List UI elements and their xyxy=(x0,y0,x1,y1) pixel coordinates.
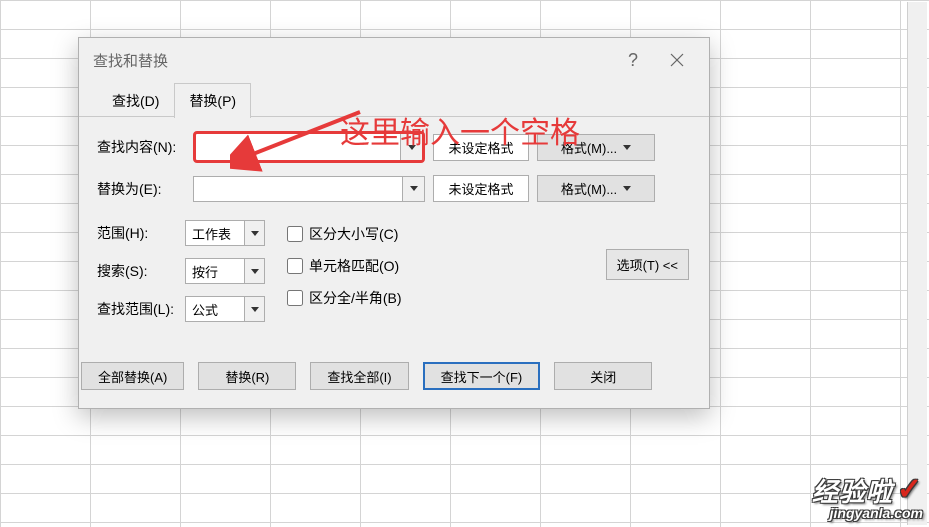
dialog-title: 查找和替换 xyxy=(93,50,168,71)
chevron-down-icon xyxy=(244,259,264,283)
close-button[interactable]: 关闭 xyxy=(554,362,652,390)
annotation-text: 这里输入一个空格 xyxy=(340,108,580,152)
tab-find[interactable]: 查找(D) xyxy=(97,83,174,118)
dialog-titlebar: 查找和替换 ? xyxy=(79,38,709,82)
matchcase-checkbox[interactable]: 区分大小写(C) xyxy=(287,218,402,250)
scope-select[interactable]: 工作表 xyxy=(185,220,265,246)
replace-button[interactable]: 替换(R) xyxy=(198,362,296,390)
watermark: 经验啦✓ jingyanla.com xyxy=(812,472,923,521)
find-all-button[interactable]: 查找全部(I) xyxy=(310,362,408,390)
replace-label: 替换为(E): xyxy=(97,179,185,199)
chevron-down-icon xyxy=(244,221,264,245)
options-left: 范围(H): 工作表 搜索(S): 按行 查找范围(L): xyxy=(97,214,265,328)
lookin-select[interactable]: 公式 xyxy=(185,296,265,322)
replace-row: 替换为(E): 未设定格式 格式(M)... xyxy=(97,175,691,202)
options-toggle-button[interactable]: 选项(T) << xyxy=(606,249,689,280)
checkmark-icon: ✓ xyxy=(893,473,923,506)
replace-input[interactable] xyxy=(194,177,402,201)
vertical-scrollbar[interactable] xyxy=(907,2,927,525)
close-icon[interactable] xyxy=(655,38,699,82)
find-next-button[interactable]: 查找下一个(F) xyxy=(423,362,541,390)
lookin-label: 查找范围(L): xyxy=(97,299,185,319)
replace-all-button[interactable]: 全部替换(A) xyxy=(81,362,184,390)
tab-replace[interactable]: 替换(P) xyxy=(174,83,251,118)
wholecell-checkbox[interactable]: 单元格匹配(O) xyxy=(287,250,402,282)
search-label: 搜索(S): xyxy=(97,261,185,281)
replace-format-button[interactable]: 格式(M)... xyxy=(537,175,655,202)
replace-format-label: 未设定格式 xyxy=(433,175,529,202)
width-checkbox[interactable]: 区分全/半角(B) xyxy=(287,282,402,314)
watermark-line1: 经验啦 xyxy=(812,477,893,507)
help-button[interactable]: ? xyxy=(611,38,655,82)
search-select[interactable]: 按行 xyxy=(185,258,265,284)
replace-dropdown-icon[interactable] xyxy=(402,177,424,201)
replace-input-wrap xyxy=(193,176,425,202)
find-label: 查找内容(N): xyxy=(97,137,185,157)
chevron-down-icon xyxy=(244,297,264,321)
find-replace-dialog: 查找和替换 ? 查找(D) 替换(P) 查找内容(N): 未设定格式 格式(M)… xyxy=(78,37,710,409)
options-right: 区分大小写(C) 单元格匹配(O) 区分全/半角(B) xyxy=(287,214,402,328)
dialog-buttons: 全部替换(A) 替换(R) 查找全部(I) 查找下一个(F) 关闭 xyxy=(79,346,709,408)
scope-label: 范围(H): xyxy=(97,223,185,243)
